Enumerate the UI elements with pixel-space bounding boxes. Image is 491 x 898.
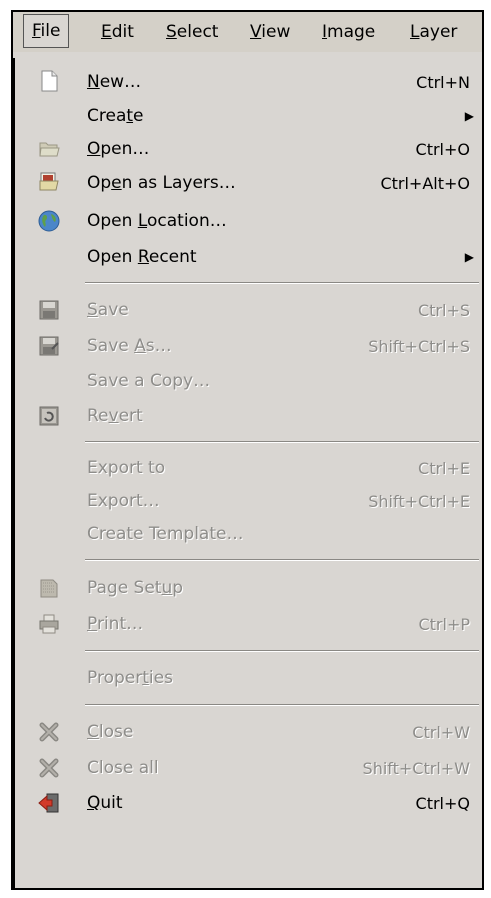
menu-item-save-a-copy[interactable]: Save a Copy… (25, 366, 480, 396)
menu-separator (85, 704, 479, 706)
menu-item-label: Export to (87, 458, 166, 478)
menu-edit-rest: dit (111, 22, 134, 42)
menu-item-shortcut: Ctrl+P (418, 615, 470, 634)
menu-item-create-template[interactable]: Create Template… (25, 519, 480, 549)
page-setup-icon (38, 577, 60, 599)
menu-item-quit[interactable]: Quit Ctrl+Q (25, 788, 480, 820)
menu-item-label: Save (87, 300, 129, 320)
menu-item-shortcut: Ctrl+Alt+O (380, 174, 470, 193)
menu-item-properties[interactable]: Properties (25, 662, 480, 694)
menu-select-mnemonic: S (166, 22, 177, 42)
menu-item-label: Open… (87, 139, 150, 159)
menu-item-shortcut: Ctrl+O (415, 140, 470, 159)
menubar-left-edge (13, 58, 15, 888)
menu-separator (85, 650, 479, 652)
menu-item-new[interactable]: New… Ctrl+N (25, 68, 480, 98)
menu-item-label: Save a Copy… (87, 371, 211, 391)
close-icon (38, 721, 60, 743)
file-dropdown-menu: New… Ctrl+N Create ▶ Open… Ctrl+O Open a… (25, 54, 480, 886)
menu-bar: File Edit Select View Image Layer (13, 12, 482, 52)
menu-layer-rest: ayer (419, 22, 458, 42)
menu-item-label: Close all (87, 758, 159, 778)
menu-select-rest: elect (176, 22, 219, 42)
menu-item-open-as-layers[interactable]: Open as Layers… Ctrl+Alt+O (25, 169, 480, 199)
menu-item-shortcut: Ctrl+Q (415, 794, 470, 813)
menu-item-label: Save As… (87, 336, 172, 356)
menu-layer[interactable]: Layer (410, 20, 457, 44)
file-menu-window: File Edit Select View Image Layer New… C… (11, 10, 484, 890)
submenu-arrow-icon: ▶ (464, 250, 474, 264)
menu-item-shortcut: Ctrl+N (416, 73, 470, 92)
menu-view[interactable]: View (250, 20, 290, 44)
menu-item-open-recent[interactable]: Open Recent ▶ (25, 242, 480, 272)
menu-item-page-setup[interactable]: Page Setup (25, 572, 480, 604)
menu-item-label: Export… (87, 491, 160, 511)
menu-item-label: Close (87, 722, 134, 742)
menu-select[interactable]: Select (166, 20, 218, 44)
menu-edit[interactable]: Edit (101, 20, 134, 44)
menu-separator (85, 441, 479, 443)
menu-item-create[interactable]: Create ▶ (25, 101, 480, 131)
folder-open-icon (38, 138, 60, 160)
save-icon (38, 299, 60, 321)
printer-icon (38, 613, 60, 635)
menu-item-save[interactable]: Save Ctrl+S (25, 294, 480, 326)
new-document-icon (38, 70, 60, 92)
menu-item-shortcut: Shift+Ctrl+W (362, 759, 470, 778)
menu-separator (85, 282, 479, 284)
menu-image-rest: mage (327, 22, 376, 42)
menu-item-close-all[interactable]: Close all Shift+Ctrl+W (25, 752, 480, 784)
menu-view-rest: iew (261, 22, 291, 42)
menu-item-label: Open Location… (87, 211, 227, 231)
menu-item-export[interactable]: Export… Shift+Ctrl+E (25, 486, 480, 516)
menu-item-label: Page Setup (87, 578, 184, 598)
submenu-arrow-icon: ▶ (464, 109, 474, 123)
menu-item-label: Create Template… (87, 524, 244, 544)
menu-item-label: Quit (87, 793, 123, 813)
quit-icon (38, 792, 60, 814)
menu-separator (85, 559, 479, 561)
menu-item-open-location[interactable]: Open Location… (25, 206, 480, 238)
menu-item-revert[interactable]: Revert (25, 400, 480, 432)
menu-item-label: Create (87, 106, 144, 126)
menu-item-shortcut: Shift+Ctrl+S (368, 337, 470, 356)
open-layers-icon (38, 171, 60, 193)
menu-item-label: New… (87, 72, 142, 92)
menu-item-shortcut: Ctrl+S (417, 301, 470, 320)
menu-item-close[interactable]: Close Ctrl+W (25, 716, 480, 748)
menu-item-shortcut: Shift+Ctrl+E (368, 492, 470, 511)
menu-item-open[interactable]: Open… Ctrl+O (25, 134, 480, 164)
menu-item-label: Print… (87, 614, 144, 634)
menu-item-save-as[interactable]: Save As… Shift+Ctrl+S (25, 330, 480, 362)
menu-item-label: Revert (87, 406, 143, 426)
menu-item-label: Properties (87, 668, 173, 688)
menu-item-shortcut: Ctrl+E (418, 459, 470, 478)
menu-edit-mnemonic: E (101, 22, 112, 42)
close-all-icon (38, 757, 60, 779)
menu-file-rest: ile (40, 21, 61, 41)
menu-item-print[interactable]: Print… Ctrl+P (25, 608, 480, 640)
menu-item-label: Open Recent (87, 247, 197, 267)
menu-image[interactable]: Image (322, 20, 375, 44)
save-as-icon (38, 335, 60, 357)
menu-view-mnemonic: V (250, 22, 262, 42)
menu-item-export-to[interactable]: Export to Ctrl+E (25, 453, 480, 483)
globe-icon (38, 210, 60, 232)
menu-item-label: Open as Layers… (87, 173, 236, 193)
menu-item-shortcut: Ctrl+W (412, 723, 470, 742)
menu-file[interactable]: File (23, 14, 70, 48)
menu-file-mnemonic: F (32, 21, 41, 41)
revert-icon (38, 405, 60, 427)
